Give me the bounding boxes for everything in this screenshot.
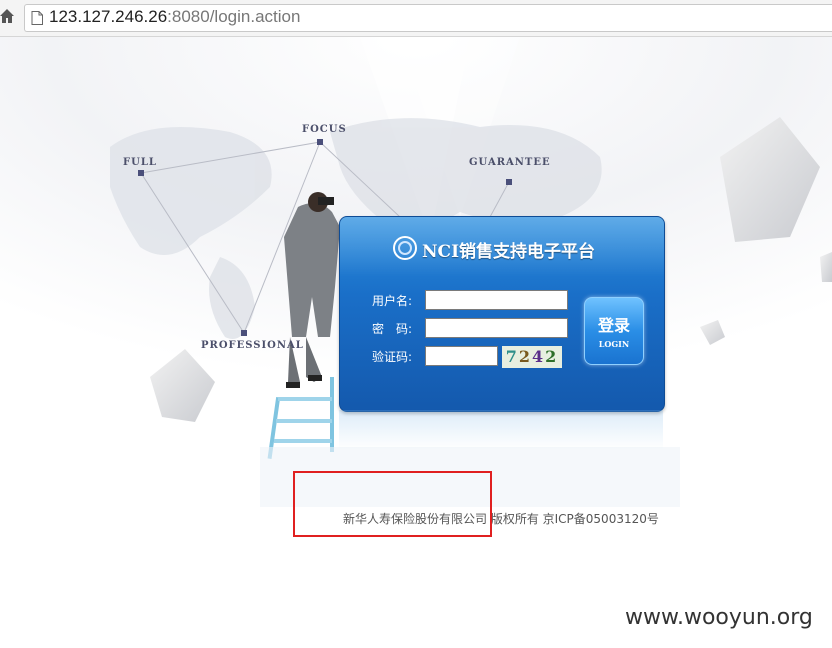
map-label-guarantee: GUARANTEE xyxy=(469,157,551,168)
highlight-box xyxy=(293,471,492,537)
url-text: 123.127.246.26:8080/login.action xyxy=(49,7,300,27)
login-panel: NCI销售支持电子平台 用户名: 密 码: 验证码: 7242 登录 LOGIN xyxy=(339,216,665,412)
password-input[interactable] xyxy=(425,318,568,338)
url-host: 123.127.246.26 xyxy=(49,7,168,26)
captcha-char: 4 xyxy=(532,347,546,366)
login-button[interactable]: 登录 LOGIN xyxy=(584,297,644,365)
nci-logo-icon xyxy=(393,236,417,260)
captcha-label: 验证码: xyxy=(372,350,413,364)
username-input[interactable] xyxy=(425,290,568,310)
url-path: :8080/login.action xyxy=(167,7,301,26)
login-button-sublabel: LOGIN xyxy=(598,339,630,349)
captcha-input[interactable] xyxy=(425,346,498,366)
captcha-char: 2 xyxy=(518,347,532,366)
map-label-professional: PROFESSIONAL xyxy=(201,340,304,351)
platform-title: NCI销售支持电子平台 xyxy=(422,242,596,262)
login-button-label: 登录 xyxy=(597,316,630,335)
panel-reflection xyxy=(339,410,663,450)
page-icon xyxy=(31,11,43,25)
browser-address-bar: 123.127.246.26:8080/login.action xyxy=(0,0,832,37)
url-field[interactable]: 123.127.246.26:8080/login.action xyxy=(24,4,832,32)
username-label: 用户名: xyxy=(372,294,413,308)
password-label: 密 码: xyxy=(372,322,413,336)
captcha-char: 7 xyxy=(505,347,519,366)
watermark: www.wooyun.org xyxy=(625,605,813,630)
map-label-focus: FOCUS xyxy=(302,124,347,135)
captcha-char: 2 xyxy=(545,347,559,366)
captcha-image[interactable]: 7242 xyxy=(502,346,562,368)
map-label-full: FULL xyxy=(123,157,157,168)
home-icon[interactable] xyxy=(0,8,14,24)
